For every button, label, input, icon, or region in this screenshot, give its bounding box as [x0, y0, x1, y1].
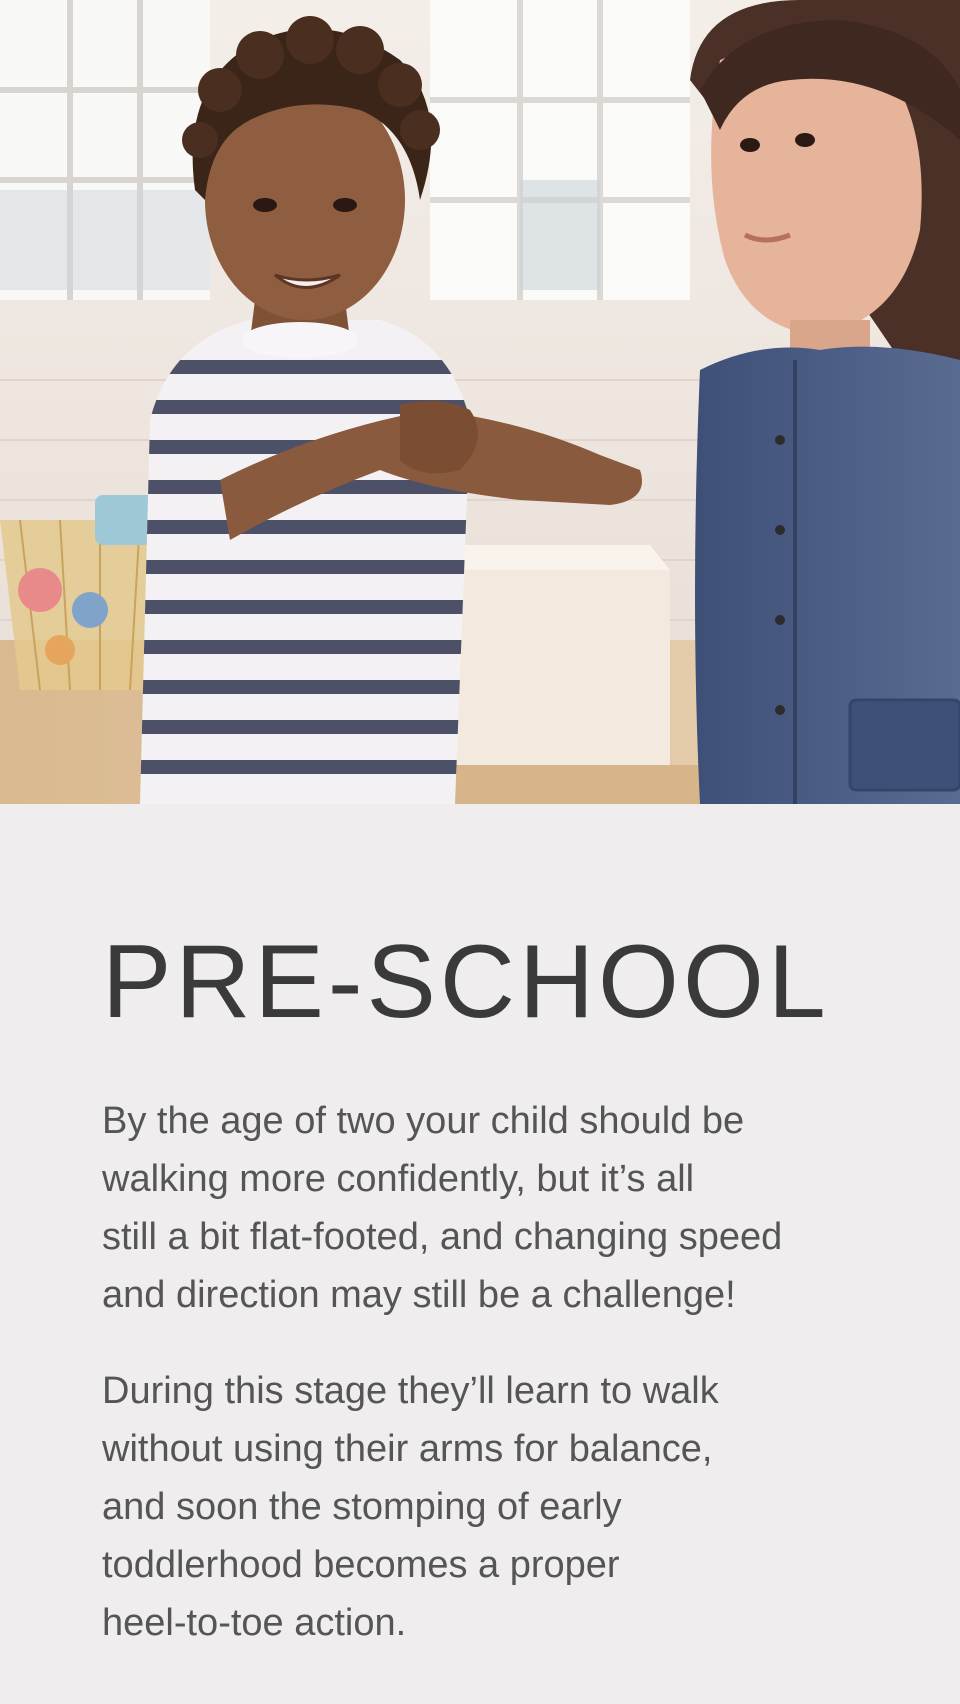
body-paragraph: During this stage they’ll learn to walk …: [102, 1370, 719, 1644]
intro-paragraph: By the age of two your child should be w…: [102, 1100, 783, 1316]
hero-illustration: [0, 0, 960, 804]
page: PRE-SCHOOL By the age of two your child …: [0, 0, 960, 1704]
child-blue-cardigan: [690, 0, 960, 804]
page-title: PRE-SCHOOL: [102, 924, 830, 1040]
hero-image: [0, 0, 960, 804]
article: PRE-SCHOOL By the age of two your child …: [102, 930, 862, 1652]
